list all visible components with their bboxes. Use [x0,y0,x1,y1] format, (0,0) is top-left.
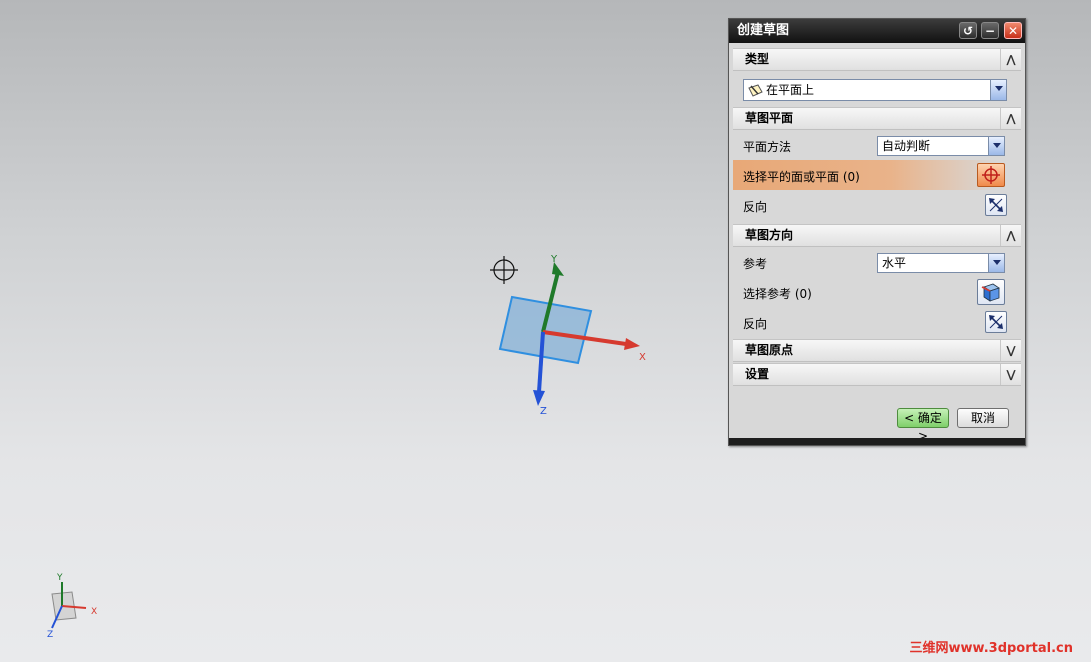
dialog-title: 创建草图 [737,23,790,38]
select-face-button[interactable] [977,163,1005,187]
settings-section-title: 设置 [745,367,770,381]
sketch-on-plane-icon [748,84,763,97]
type-section-header[interactable]: 类型 ⋀ [733,48,1021,71]
chevron-down-icon[interactable] [988,254,1004,272]
reset-icon[interactable]: ↺ [959,22,977,39]
sketch-plane-section-body: 平面方法 自动判断 选择平的面或平面 (0) 反向 [733,130,1021,220]
watermark: 三维网www.3dportal.cn [909,641,1073,656]
plane-method-row: 平面方法 自动判断 [733,130,1021,160]
sketch-orientation-section-header[interactable]: 草图方向 ⋀ [733,224,1021,247]
triad-x-label: X [91,607,98,617]
z-axis-arrow [533,390,545,406]
type-section-title: 类型 [745,52,770,66]
orientation-reverse-button[interactable] [985,311,1007,333]
reference-row: 参考 水平 [733,247,1021,277]
sketch-origin-section-header[interactable]: 草图原点 ⋁ [733,339,1021,362]
type-select-value: 在平面上 [766,83,815,97]
sketch-plane-section-title: 草图平面 [745,111,794,125]
reference-select[interactable]: 水平 [877,253,1005,273]
collapse-up-icon[interactable]: ⋀ [1000,49,1021,70]
x-axis-arrow [624,338,640,350]
chevron-down-icon[interactable] [988,137,1004,155]
sketch-plane-section-header[interactable]: 草图平面 ⋀ [733,107,1021,130]
y-axis-label: Y [551,254,558,265]
select-reference-button[interactable] [977,279,1005,305]
plane-method-label: 平面方法 [743,140,792,154]
plane-reverse-label: 反向 [743,200,768,214]
plane-reverse-row: 反向 [733,190,1021,220]
plane-method-value: 自动判断 [882,139,931,153]
collapse-up-icon[interactable]: ⋀ [1000,108,1021,129]
ok-button[interactable]: < 确定 > [897,408,949,443]
sketch-plane-preview[interactable] [490,250,660,420]
settings-section-header[interactable]: 设置 ⋁ [733,363,1021,386]
sketch-orientation-section-title: 草图方向 [745,228,794,242]
cancel-button[interactable]: 取消 [957,408,1009,428]
reverse-direction-icon [989,198,1003,212]
reverse-direction-icon [989,315,1003,329]
plane-method-select[interactable]: 自动判断 [877,136,1005,156]
select-face-row[interactable]: 选择平的面或平面 (0) [733,160,1021,190]
orientation-reverse-row: 反向 [733,307,1021,337]
dialog-titlebar[interactable]: 创建草图 ↺ − ✕ [729,19,1025,43]
select-reference-label: 选择参考 (0) [743,287,812,301]
sketch-orientation-section-body: 参考 水平 选择参考 (0) 反向 [733,247,1021,337]
target-icon [982,166,1000,184]
chevron-down-icon[interactable] [990,80,1006,100]
type-select[interactable]: 在平面上 [743,79,1007,101]
minimize-icon[interactable]: − [981,22,999,39]
reference-label: 参考 [743,257,768,271]
z-axis-label: Z [540,406,547,417]
select-reference-row: 选择参考 (0) [733,277,1021,307]
expand-down-icon[interactable]: ⋁ [1000,340,1021,361]
type-section-body: 在平面上 [733,71,1021,107]
triad-z-label: Z [47,630,54,640]
orientation-reverse-label: 反向 [743,317,768,331]
triad-y-label: Y [57,573,63,583]
x-axis-label: X [639,352,646,363]
plane-reverse-button[interactable] [985,194,1007,216]
sketch-origin-section-title: 草图原点 [745,343,794,357]
create-sketch-dialog: 创建草图 ↺ − ✕ 类型 ⋀ 在平面上 草图平面 ⋀ 平面方法 自动判断 选择… [728,18,1026,446]
collapse-up-icon[interactable]: ⋀ [1000,225,1021,246]
dialog-footer-bar [729,438,1025,445]
select-face-label: 选择平的面或平面 (0) [743,170,860,184]
close-icon[interactable]: ✕ [1004,22,1022,39]
expand-down-icon[interactable]: ⋁ [1000,364,1021,385]
reference-value: 水平 [882,256,907,270]
cube-icon [981,283,1000,302]
